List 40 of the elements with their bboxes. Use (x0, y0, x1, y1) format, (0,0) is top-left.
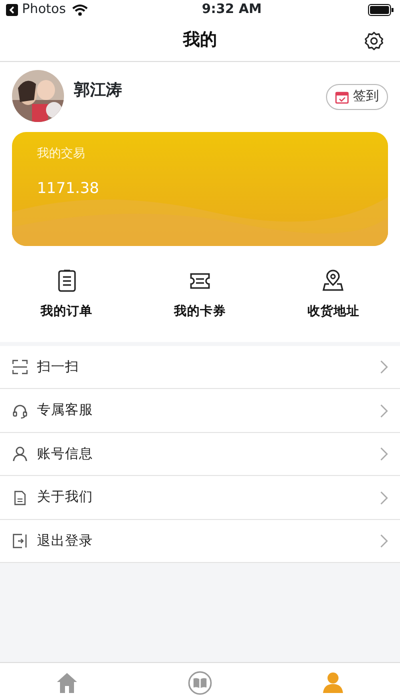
calendar-icon (335, 90, 349, 104)
shortcut-button[interactable]: 我的卡券 (133, 268, 267, 322)
menu-label: 账号信息 (37, 444, 93, 464)
chevron-right-icon (380, 404, 388, 418)
card-title: 我的交易 (37, 145, 85, 162)
person-icon (12, 446, 28, 462)
menu-label: 专属客服 (37, 401, 93, 420)
clipboard-icon (56, 269, 78, 292)
person-icon[interactable] (321, 671, 346, 695)
home-icon[interactable] (54, 671, 79, 695)
amount-value: 1171.38 (37, 178, 100, 199)
wifi-icon (72, 4, 88, 16)
chevron-right-icon (380, 360, 388, 374)
menu-item[interactable]: 专属客服 (0, 389, 400, 433)
chevron-right-icon (380, 490, 388, 504)
menu-item[interactable]: 账号信息 (0, 432, 400, 476)
menu-item[interactable]: 关于我们 (0, 476, 400, 520)
battery-icon (368, 4, 394, 16)
status-time: 9:32 AM (202, 1, 262, 20)
book-icon[interactable] (188, 671, 212, 695)
shortcut-button[interactable]: 收货地址 (266, 268, 400, 322)
user-name: 郭江涛 (74, 79, 122, 101)
document-icon (12, 490, 28, 506)
settings-icon[interactable] (364, 31, 384, 51)
back-link[interactable]: Photos (22, 0, 66, 20)
menu-label: 退出登录 (37, 532, 93, 551)
menu-item[interactable]: 扫一扫 (0, 346, 400, 390)
chevron-right-icon (380, 447, 388, 461)
location-pin-icon (322, 269, 344, 292)
logout-icon (12, 533, 28, 549)
back-icon[interactable] (6, 4, 18, 16)
scan-icon (12, 359, 28, 375)
headset-icon (12, 402, 28, 418)
checkin-button[interactable]: 签到 (326, 84, 388, 110)
shortcut-button[interactable]: 我的订单 (0, 268, 134, 322)
chevron-right-icon (380, 534, 388, 548)
menu-label: 关于我们 (37, 488, 93, 508)
menu-label: 扫一扫 (37, 358, 79, 377)
menu-item[interactable]: 退出登录 (0, 520, 400, 564)
page-title: 我的 (183, 28, 217, 52)
